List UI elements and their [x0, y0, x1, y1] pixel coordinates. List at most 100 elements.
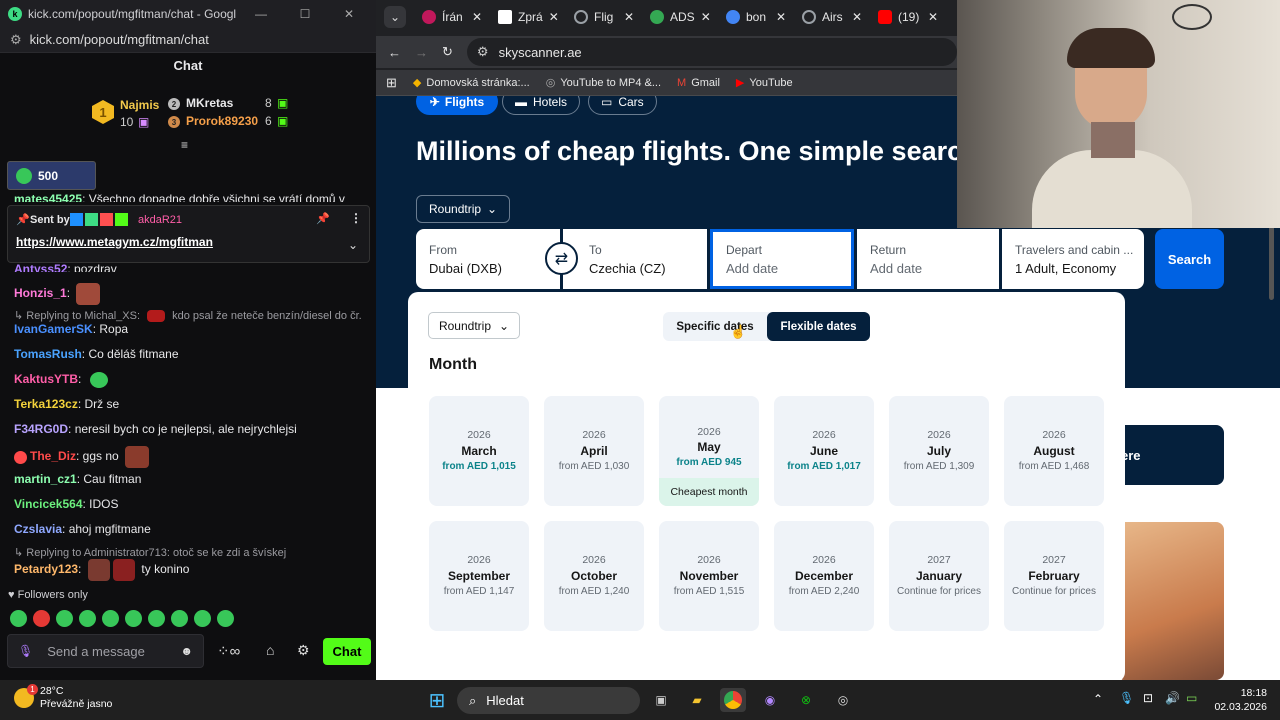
specific-dates-tab[interactable]: Specific dates: [663, 312, 767, 341]
app-icon[interactable]: ◉: [757, 688, 783, 712]
flexible-dates-tab[interactable]: Flexible dates: [767, 312, 870, 341]
back-icon[interactable]: ←: [388, 45, 401, 60]
emote-icon[interactable]: [125, 610, 142, 627]
chat-username[interactable]: Petardy123: [14, 562, 78, 576]
reply-context[interactable]: ↳ Replying to Michal_XS: kdo psal že net…: [14, 309, 362, 323]
channel-points-button[interactable]: 500: [7, 161, 96, 190]
emote-icon[interactable]: [79, 610, 96, 627]
task-view-icon[interactable]: ▣: [648, 688, 674, 712]
url-field[interactable]: ⚙ skyscanner.ae: [466, 38, 957, 66]
trip-type-select[interactable]: Roundtrip ⌄: [416, 195, 511, 223]
taskbar-search[interactable]: ⌕ Hledat: [457, 687, 640, 714]
bookmark-item[interactable]: ◎ YouTube to MP4 &...: [546, 76, 661, 90]
battery-icon[interactable]: ▭: [1186, 691, 1197, 705]
month-card[interactable]: 2026 May from AED 945 Cheapest month: [659, 396, 759, 506]
microphone-icon[interactable]: 🎙: [18, 644, 33, 658]
emote-icon[interactable]: [217, 610, 234, 627]
emote-icon[interactable]: [10, 610, 27, 627]
gear-icon[interactable]: ⚙: [297, 642, 310, 659]
weather-widget[interactable]: 1 28°C Převážně jasno: [14, 684, 112, 711]
tab-close-icon[interactable]: ✕: [928, 10, 938, 24]
message-input[interactable]: 🎙 Send a message ☻: [7, 634, 204, 668]
infinity-icon[interactable]: ⁘∞: [217, 642, 240, 660]
emote-icon[interactable]: [56, 610, 73, 627]
month-card[interactable]: 2026 March from AED 1,015: [429, 396, 529, 506]
emoji-icon[interactable]: ☻: [180, 644, 193, 658]
chat-username[interactable]: KaktusYTB: [14, 372, 78, 386]
emote-icon[interactable]: [102, 610, 119, 627]
nav-tab-cars[interactable]: ▭ Cars: [588, 96, 657, 115]
chat-username[interactable]: IvanGamerSK: [14, 322, 93, 336]
browser-tab[interactable]: bon ✕: [718, 4, 794, 30]
bookmark-item[interactable]: ▶ YouTube: [736, 76, 793, 90]
travelers-field[interactable]: Travelers and cabin ... 1 Adult, Economy: [1002, 229, 1144, 289]
reload-icon[interactable]: ↻: [442, 44, 453, 60]
chat-username[interactable]: Czslavia: [14, 522, 62, 536]
to-field[interactable]: To Czechia (CZ): [563, 229, 707, 289]
forward-icon[interactable]: →: [415, 45, 428, 60]
apps-icon[interactable]: ⊞: [386, 75, 397, 91]
chat-username[interactable]: Vincicek564: [14, 497, 83, 511]
month-card[interactable]: 2026 September from AED 1,147: [429, 521, 529, 631]
network-icon[interactable]: ⊡: [1143, 691, 1153, 705]
chat-username[interactable]: The_Diz: [30, 449, 76, 463]
tab-close-icon[interactable]: ✕: [472, 10, 482, 24]
reply-context[interactable]: ↳ Replying to Administrator713: otoč se …: [14, 546, 286, 559]
microphone-icon[interactable]: 🎙: [1119, 691, 1134, 705]
maximize-icon[interactable]: ☐: [286, 7, 324, 21]
search-button[interactable]: Search: [1155, 229, 1224, 289]
nav-tab-flights[interactable]: ✈ Flights: [416, 96, 498, 115]
pinned-link[interactable]: https://www.metagym.cz/mgfitman: [16, 235, 213, 249]
tab-close-icon[interactable]: ✕: [624, 10, 634, 24]
depart-field[interactable]: Depart Add date: [710, 229, 854, 289]
from-field[interactable]: From Dubai (DXB): [416, 229, 560, 289]
month-card[interactable]: 2026 August from AED 1,468: [1004, 396, 1104, 506]
chat-username[interactable]: Terka123cz: [14, 397, 78, 411]
pinned-sender[interactable]: akdaR21: [138, 214, 182, 226]
browser-tab[interactable]: Írán ✕: [414, 4, 490, 30]
tab-close-icon[interactable]: ✕: [549, 10, 559, 24]
more-icon[interactable]: ⋮: [350, 211, 362, 225]
month-card[interactable]: 2027 February Continue for prices: [1004, 521, 1104, 631]
chat-username[interactable]: TomasRush: [14, 347, 82, 361]
tab-close-icon[interactable]: ✕: [776, 10, 786, 24]
emote-icon[interactable]: [171, 610, 188, 627]
xbox-icon[interactable]: ⊗: [793, 688, 819, 712]
month-card[interactable]: 2026 July from AED 1,309: [889, 396, 989, 506]
emote-icon[interactable]: [33, 610, 50, 627]
start-button[interactable]: ⊞: [424, 688, 450, 712]
volume-icon[interactable]: 🔊: [1165, 691, 1180, 705]
collapse-icon[interactable]: ≡: [181, 138, 188, 152]
tab-close-icon[interactable]: ✕: [701, 10, 711, 24]
close-icon[interactable]: ✕: [330, 7, 368, 21]
chevron-down-icon[interactable]: ⌄: [348, 238, 358, 252]
clock[interactable]: 18:18 02.03.2026: [1212, 686, 1267, 714]
browser-tab[interactable]: Flig ✕: [566, 4, 642, 30]
browser-tab[interactable]: Airs ✕: [794, 4, 870, 30]
chat-username[interactable]: mates45425: [14, 192, 82, 202]
obs-icon[interactable]: ◎: [830, 688, 856, 712]
chat-username[interactable]: Honzis_1: [14, 286, 67, 300]
site-info-icon[interactable]: ⚙: [10, 32, 22, 48]
leader-name[interactable]: Prorok89230: [186, 114, 258, 128]
chat-username[interactable]: Antyss52: [14, 262, 67, 272]
nav-tab-hotels[interactable]: ▬ Hotels: [502, 96, 581, 115]
browser-tab[interactable]: (19) ✕: [870, 4, 946, 30]
month-card[interactable]: 2027 January Continue for prices: [889, 521, 989, 631]
chat-username[interactable]: F34RG0D: [14, 422, 68, 436]
promo-button[interactable]: ere: [1116, 425, 1224, 485]
chrome-icon[interactable]: [720, 688, 746, 712]
month-card[interactable]: 2026 December from AED 2,240: [774, 521, 874, 631]
leader-name[interactable]: Najmis: [120, 98, 159, 112]
leader-name[interactable]: MKretas: [186, 96, 233, 110]
browser-tab[interactable]: ADS ✕: [642, 4, 718, 30]
chat-urlbar[interactable]: ⚙ kick.com/popout/mgfitman/chat: [0, 27, 376, 53]
panel-trip-type-select[interactable]: Roundtrip ⌄: [428, 312, 520, 339]
chat-send-button[interactable]: Chat: [323, 638, 371, 665]
file-explorer-icon[interactable]: ▰: [684, 688, 710, 712]
month-card[interactable]: 2026 November from AED 1,515: [659, 521, 759, 631]
tab-close-icon[interactable]: ✕: [852, 10, 862, 24]
minimize-icon[interactable]: —: [242, 7, 280, 21]
emote-icon[interactable]: [194, 610, 211, 627]
browser-tab[interactable]: Zprá ✕: [490, 4, 566, 30]
